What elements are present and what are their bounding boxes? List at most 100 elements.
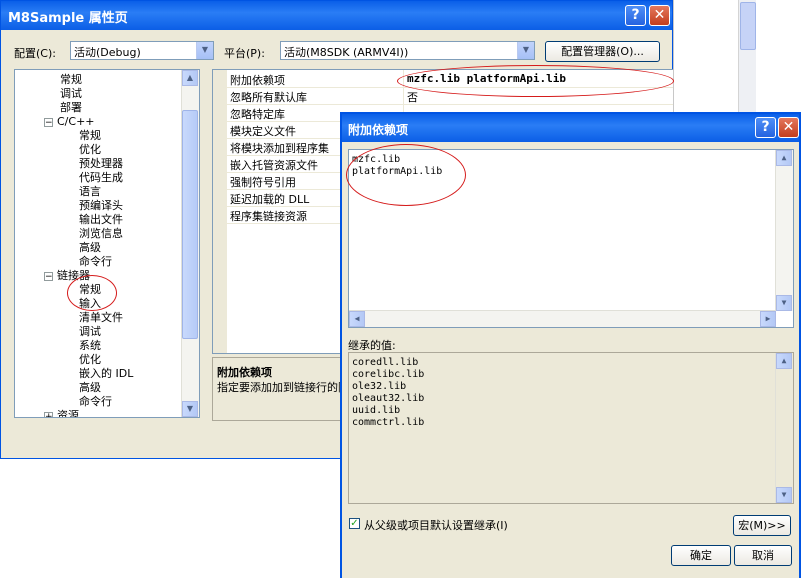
platform-select-value: 活动(M8SDK (ARMV4I))	[284, 46, 409, 59]
platform-label: 平台(P):	[224, 47, 265, 60]
inherited-entry: commctrl.lib	[352, 417, 425, 428]
tree-scroll-thumb[interactable]	[182, 110, 198, 339]
macro-button[interactable]: 宏(M)>>	[733, 515, 791, 536]
description-title: 附加依赖项	[217, 366, 272, 379]
tree-item[interactable]: 调试	[79, 325, 101, 339]
tree-item[interactable]: 代码生成	[79, 171, 123, 185]
tree-item-label: 调试	[60, 87, 82, 100]
inherited-label: 继承的值:	[348, 339, 396, 352]
help-button[interactable]: ?	[755, 117, 776, 138]
sub-dialog-titlebar: 附加依赖项 ? ✕	[342, 114, 799, 142]
inherited-entry: corelibc.lib	[352, 369, 425, 380]
scroll-down-icon[interactable]: ▼	[776, 487, 792, 503]
property-row[interactable]: 附加依赖项 mzfc.lib platformApi.lib	[227, 70, 673, 88]
ok-button[interactable]: 确定	[671, 545, 731, 566]
platform-select[interactable]: 活动(M8SDK (ARMV4I)) ▼	[280, 41, 535, 60]
config-manager-button[interactable]: 配置管理器(O)...	[545, 41, 660, 62]
tree-item-label: 预编译头	[79, 199, 123, 212]
tree-item-label: C/C++	[57, 115, 95, 128]
inherited-values-box: coredll.lib corelibc.lib ole32.lib oleaut32…	[348, 352, 794, 504]
grid-gutter	[213, 70, 227, 353]
chevron-down-icon[interactable]: ▼	[517, 42, 534, 59]
collapse-icon[interactable]: −	[44, 118, 53, 128]
dialog-title: M8Sample 属性页	[8, 11, 128, 26]
additional-dependencies-dialog: 附加依赖项 ? ✕ mzfc.lib platformApi.lib ▲ ▼ ◀ …	[340, 112, 801, 578]
config-select[interactable]: 活动(Debug) ▼	[70, 41, 214, 60]
tree-item[interactable]: 部署	[60, 101, 82, 115]
tree-item[interactable]: 高级	[79, 381, 101, 395]
tree-item[interactable]: 命令行	[79, 255, 112, 269]
property-value: 否	[407, 91, 418, 104]
tree-item-label: 部署	[60, 101, 82, 114]
tree-item[interactable]: 输出文件	[79, 213, 123, 227]
property-name: 延迟加载的 DLL	[230, 193, 310, 206]
inherited-entry: coredll.lib	[352, 357, 419, 368]
background-scroll-thumb[interactable]	[740, 2, 756, 50]
inherited-scrollbar[interactable]: ▲ ▼	[775, 353, 793, 503]
description-text: 指定要添加加到链接行的附	[217, 381, 349, 394]
tree-item[interactable]: 清单文件	[79, 311, 123, 325]
help-button[interactable]: ?	[625, 5, 646, 26]
inherit-checkbox-label[interactable]: 从父级或项目默认设置继承(I)	[364, 517, 508, 533]
tree-scrollbar[interactable]: ▲ ▼	[181, 70, 199, 417]
dependencies-textarea[interactable]: mzfc.lib platformApi.lib ▲ ▼ ◀ ▶	[348, 149, 794, 328]
tree-item[interactable]: 预编译头	[79, 199, 123, 213]
tree-item[interactable]: 语言	[79, 185, 101, 199]
tree-item-label: 优化	[79, 143, 101, 156]
property-name: 忽略所有默认库	[230, 91, 307, 104]
property-name: 嵌入托管资源文件	[230, 159, 318, 172]
close-button[interactable]: ✕	[649, 5, 670, 26]
tree-item-label: 系统	[79, 339, 101, 352]
tree-item[interactable]: 系统	[79, 339, 101, 353]
inherit-checkbox[interactable]: ✓	[349, 518, 360, 529]
config-label: 配置(C):	[14, 47, 56, 60]
entries-hscrollbar[interactable]: ◀ ▶	[349, 310, 776, 327]
scroll-up-icon[interactable]: ▲	[182, 70, 198, 86]
property-row[interactable]: 忽略所有默认库 否	[227, 87, 673, 105]
scroll-down-icon[interactable]: ▼	[182, 401, 198, 417]
property-name: 强制符号引用	[230, 176, 296, 189]
tree-item[interactable]: 常规	[79, 283, 101, 297]
tree-item[interactable]: 链接器	[57, 269, 90, 283]
property-name: 将模块添加到程序集	[230, 142, 329, 155]
tree-item-label: 输入	[79, 297, 101, 310]
tree-item[interactable]: 预处理器	[79, 157, 123, 171]
tree-item[interactable]: 常规	[60, 73, 82, 87]
scroll-left-icon[interactable]: ◀	[349, 311, 365, 327]
close-button[interactable]: ✕	[778, 117, 799, 138]
sub-dialog-title: 附加依赖项	[348, 123, 409, 137]
tree-item[interactable]: 优化	[79, 143, 101, 157]
column-divider	[403, 70, 404, 87]
inherited-entry: uuid.lib	[352, 405, 401, 416]
tree-item[interactable]: 浏览信息	[79, 227, 123, 241]
inherited-entry: oleaut32.lib	[352, 393, 425, 404]
property-name: 程序集链接资源	[230, 210, 307, 223]
tree-item[interactable]: 优化	[79, 353, 101, 367]
property-name: 模块定义文件	[230, 125, 296, 138]
scroll-up-icon[interactable]: ▲	[776, 353, 792, 369]
tree-item[interactable]: 高级	[79, 241, 101, 255]
scroll-up-icon[interactable]: ▲	[776, 150, 792, 166]
tree-item-label: 嵌入的 IDL	[79, 367, 134, 380]
tree-item[interactable]: 常规	[79, 129, 101, 143]
tree-item-label: 代码生成	[79, 171, 123, 184]
tree-item[interactable]: 命令行	[79, 395, 112, 409]
column-divider	[403, 87, 404, 104]
tree-item[interactable]: 资源	[57, 409, 79, 418]
tree-item[interactable]: C/C++	[57, 115, 95, 129]
scroll-down-icon[interactable]: ▼	[776, 295, 792, 311]
cancel-button[interactable]: 取消	[734, 545, 792, 566]
inherited-entry: ole32.lib	[352, 381, 407, 392]
scroll-right-icon[interactable]: ▶	[760, 311, 776, 327]
settings-tree[interactable]: 常规 调试 部署 C/C++ − 常规 优化 预处理器 代码生成 语言 预编译头 输出文件 浏览信息 高级…	[14, 69, 200, 418]
chevron-down-icon[interactable]: ▼	[196, 42, 213, 59]
tree-item[interactable]: 调试	[60, 87, 82, 101]
entries-vscrollbar[interactable]: ▲ ▼	[775, 150, 793, 311]
collapse-icon[interactable]: −	[44, 272, 53, 282]
property-name: 附加依赖项	[230, 74, 285, 87]
tree-item-label: 资源	[57, 409, 79, 418]
tree-item[interactable]: 输入	[79, 297, 101, 311]
expand-icon[interactable]: +	[44, 412, 53, 417]
tree-item-label: 调试	[79, 325, 101, 338]
tree-item[interactable]: 嵌入的 IDL	[79, 367, 133, 381]
